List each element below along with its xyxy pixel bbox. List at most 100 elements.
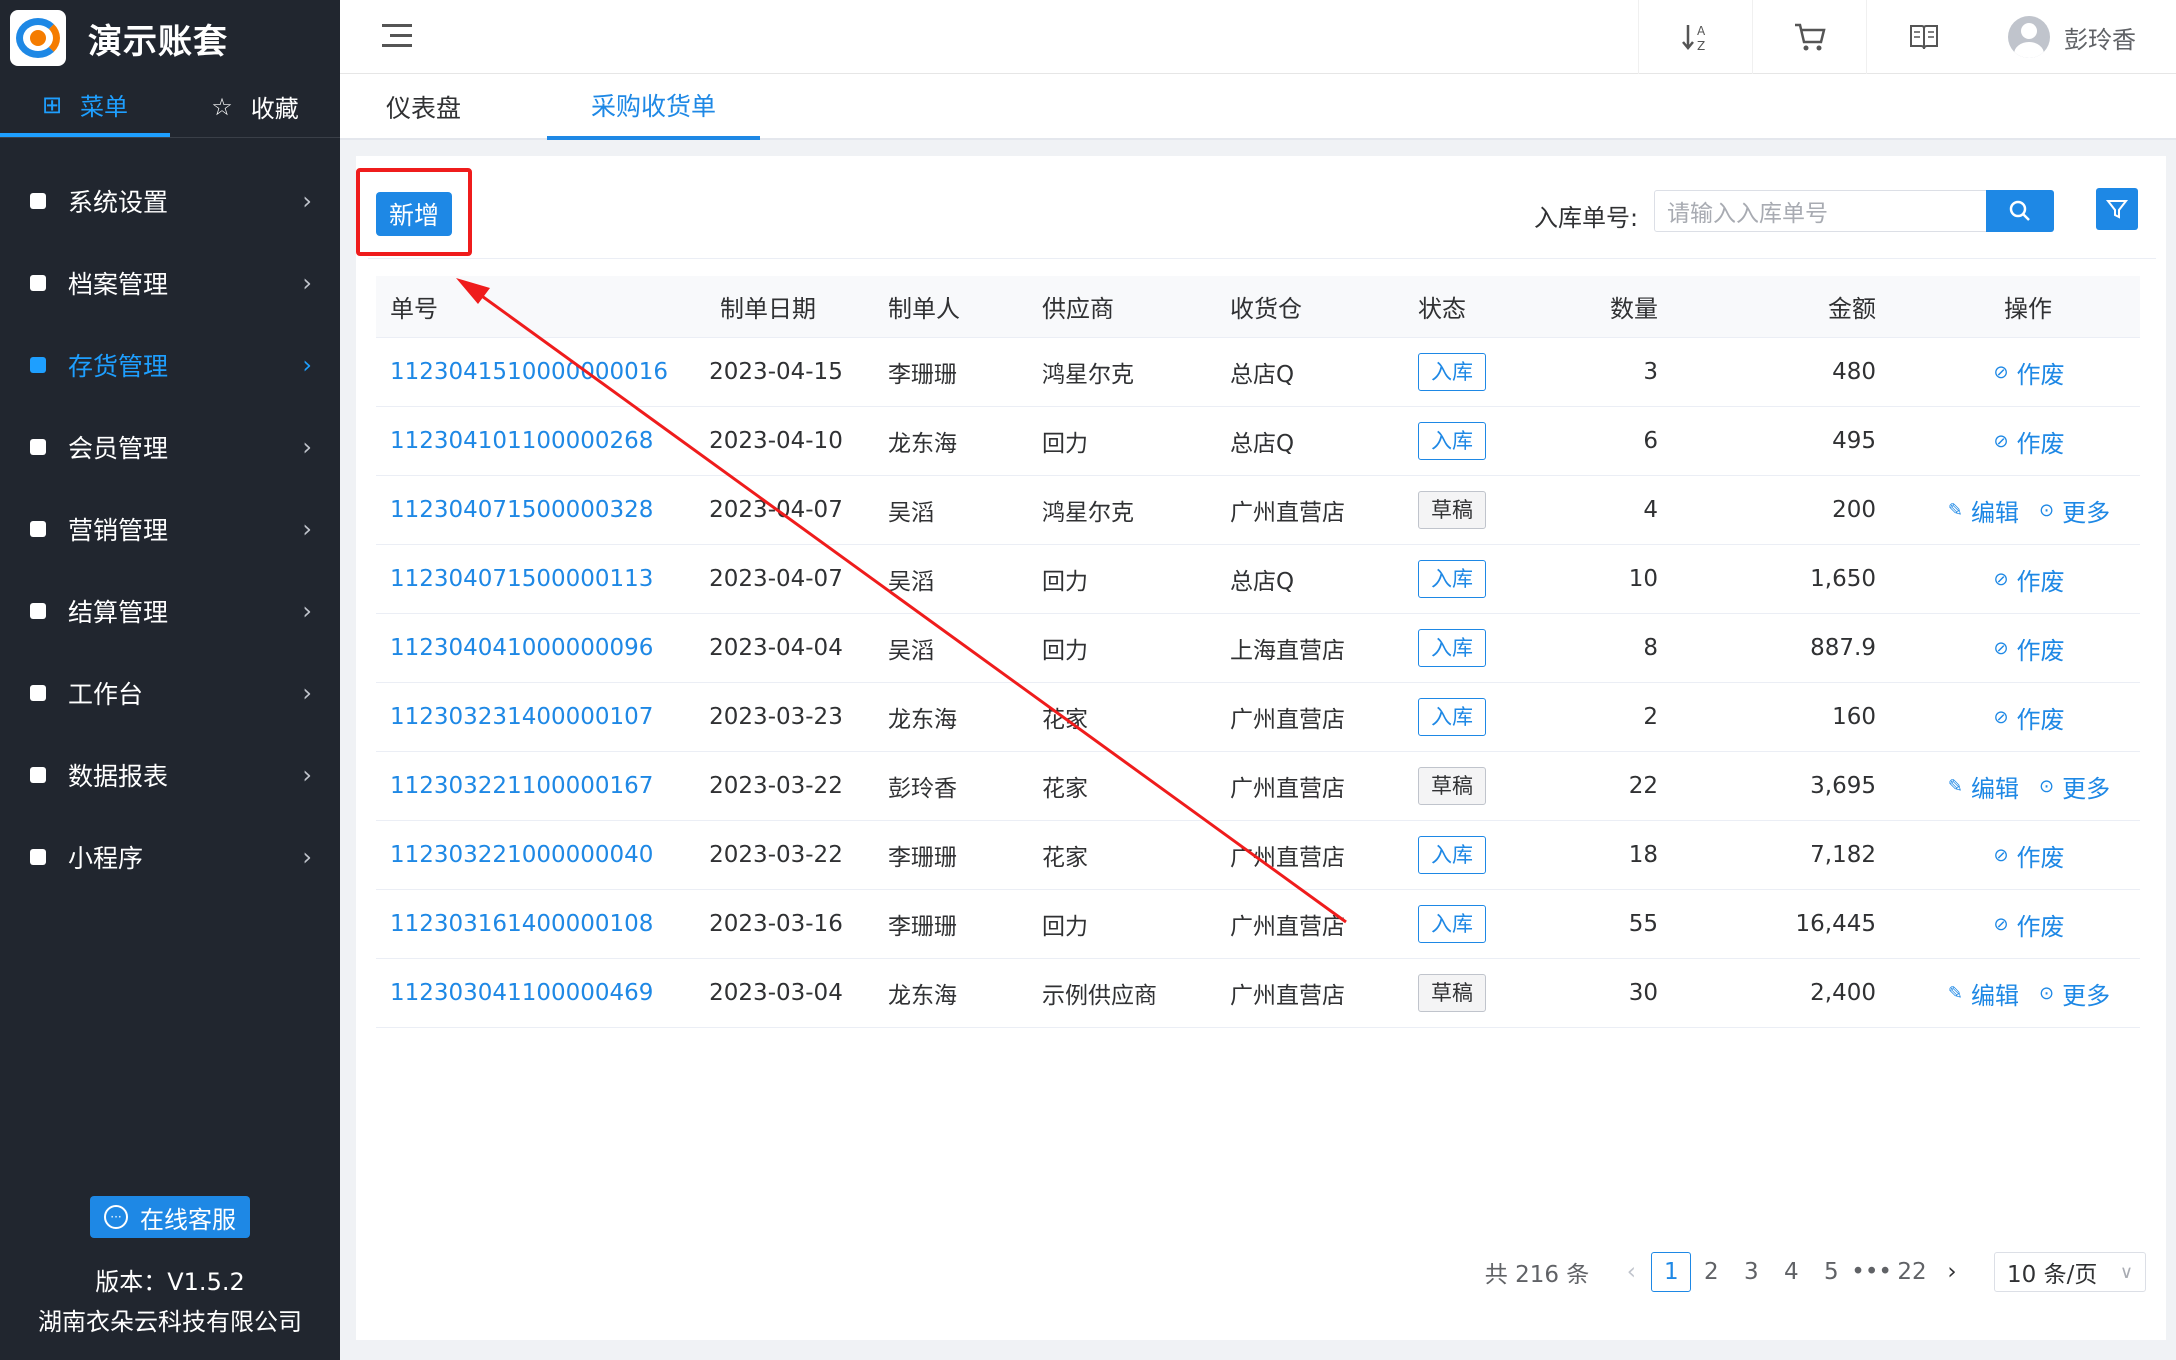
add-button[interactable]: 新增 [376,192,452,236]
avatar [2008,16,2050,58]
sidebar-item-inventory[interactable]: 存货管理 › [0,324,340,406]
void-button[interactable]: ⊘ 作废 [1993,631,2064,666]
sidebar-item-label: 小程序 [68,844,144,873]
receipt-no-link[interactable]: 112303221000000040 [376,842,698,868]
filter-button[interactable] [2096,188,2138,230]
col-header-no[interactable]: 单号 [376,289,698,324]
sidebar-item-workbench[interactable]: 工作台 › [0,652,340,734]
void-icon: ⊘ [1993,361,2009,383]
chevron-right-icon: › [302,433,312,461]
more-button[interactable]: ⊙ 更多 [2039,769,2110,804]
receipt-no-link[interactable]: 112304071500000113 [376,566,698,592]
receipt-no-link[interactable]: 1123041510000000016 [376,359,698,385]
cell-qty: 8 [1643,635,1658,661]
page-1[interactable]: 1 [1651,1252,1692,1292]
page-size-select[interactable]: 10 条/页 ∨ [1994,1252,2146,1292]
cell-date: 2023-04-04 [709,635,843,661]
page-ellipsis[interactable]: ••• [1851,1252,1892,1292]
table-row: 112304071500000113 2023-04-07 吴滔 回力 总店Q 入库 10 1… [376,545,2140,614]
wallet-icon [30,603,46,619]
page-last[interactable]: 22 [1892,1252,1932,1292]
sidebar-item-settlement[interactable]: 结算管理 › [0,570,340,652]
receipt-no-link[interactable]: 112304071500000328 [376,497,698,523]
receipt-no-link[interactable]: 112304041000000096 [376,635,698,661]
sidebar-item-label: 存货管理 [68,352,169,381]
sidebar-item-system-settings[interactable]: 系统设置 › [0,160,340,242]
col-header-date[interactable]: 制单日期 [698,289,854,324]
more-button[interactable]: ⊙ 更多 [2039,493,2110,528]
edit-button[interactable]: ✎ 编辑 [1948,976,2019,1011]
receipt-no-link[interactable]: 112303161400000108 [376,911,698,937]
void-button[interactable]: ⊘ 作废 [1993,355,2064,390]
receipt-no-link[interactable]: 112304101100000268 [376,428,698,454]
sidebar-item-archives[interactable]: 档案管理 › [0,242,340,324]
search-button[interactable] [1986,190,2054,232]
status-badge: 入库 [1418,629,1486,667]
cell-actions: ⊘ 作废 [1876,838,2140,873]
search-input[interactable]: 请输入入库单号 [1654,190,1992,232]
tab-purchase-receipt[interactable]: 采购收货单 [547,74,761,140]
col-header-supplier[interactable]: 供应商 [1042,289,1230,324]
receipt-no-link[interactable]: 112303221100000167 [376,773,698,799]
cell-actions: ✎ 编辑 ⊙ 更多 [1876,493,2140,528]
edit-button[interactable]: ✎ 编辑 [1948,769,2019,804]
sidebar-item-members[interactable]: 会员管理 › [0,406,340,488]
chevron-right-icon: › [302,351,312,379]
more-button[interactable]: ⊙ 更多 [2039,976,2110,1011]
col-header-status[interactable]: 状态 [1418,289,1548,324]
online-service-button[interactable]: ··· 在线客服 [90,1196,250,1238]
next-page-icon[interactable]: › [1932,1259,1972,1285]
sidebar-item-mini-program[interactable]: 小程序 › [0,816,340,898]
page-size-value: 10 条/页 [2007,1262,2098,1288]
void-button[interactable]: ⊘ 作废 [1993,562,2064,597]
sidebar-item-label: 会员管理 [68,434,169,463]
page-3[interactable]: 3 [1731,1252,1771,1292]
sidebar-item-marketing[interactable]: 营销管理 › [0,488,340,570]
prev-page-icon[interactable]: ‹ [1611,1259,1651,1285]
sidebar-tab-label: 收藏 [250,95,299,123]
status-badge: 入库 [1418,353,1486,391]
page-2[interactable]: 2 [1691,1252,1731,1292]
edit-button[interactable]: ✎ 编辑 [1948,493,2019,528]
void-icon: ⊘ [1993,430,2009,452]
col-header-warehouse[interactable]: 收货仓 [1230,289,1418,324]
table-row: 112303231400000107 2023-03-23 龙东海 花家 广州直营店 入库… [376,683,2140,752]
menu-collapse-icon[interactable] [382,24,412,50]
page-4[interactable]: 4 [1771,1252,1811,1292]
table-row: 112303221000000040 2023-03-22 李珊珊 花家 广州直营店 入库… [376,821,2140,890]
cell-qty: 2 [1643,704,1658,730]
page-tabs: 仪表盘 采购收货单 [340,74,2176,140]
sidebar-tab-favorites[interactable]: ☆ 收藏 [170,76,340,137]
receipt-no-link[interactable]: 112303041100000469 [376,980,698,1006]
void-button[interactable]: ⊘ 作废 [1993,424,2064,459]
edit-icon: ✎ [1947,982,1963,1004]
void-button[interactable]: ⊘ 作废 [1993,907,2064,942]
op-label: 编辑 [1971,774,2019,803]
status-badge: 入库 [1418,698,1486,736]
cell-amount: 160 [1832,704,1876,730]
version-text: 版本：V1.5.2 [95,1268,245,1296]
tab-dashboard[interactable]: 仪表盘 [340,74,505,140]
cart-icon[interactable] [1752,0,1866,74]
sidebar-tab-menu[interactable]: ⊞ 菜单 [0,76,170,137]
col-header-maker[interactable]: 制单人 [854,289,1042,324]
col-header-qty[interactable]: 数量 [1548,289,1658,324]
void-button[interactable]: ⊘ 作废 [1993,838,2064,873]
page-5[interactable]: 5 [1811,1252,1851,1292]
sort-az-icon[interactable]: AZ [1638,0,1752,74]
book-icon[interactable] [1866,0,1980,74]
main-content: 新增 入库单号: 请输入入库单号 单号 制单日期 制单人 供应商 收货仓 状态 … [356,156,2166,1340]
sidebar-item-reports[interactable]: 数据报表 › [0,734,340,816]
op-label: 编辑 [1971,498,2019,527]
col-header-amount[interactable]: 金额 [1658,289,1876,324]
cell-maker: 龙东海 [888,431,957,457]
chat-icon: ··· [104,1205,128,1229]
receipt-no-link[interactable]: 112303231400000107 [376,704,698,730]
user-menu[interactable]: 彭玲香 [1980,0,2176,74]
archive-icon [30,275,46,291]
pagination-total: 共 216 条 [1484,1262,1590,1288]
sidebar-item-label: 系统设置 [68,188,169,217]
void-button[interactable]: ⊘ 作废 [1993,700,2064,735]
company-name: 湖南衣朵云科技有限公司 [38,1308,302,1336]
cell-actions: ✎ 编辑 ⊙ 更多 [1876,976,2140,1011]
